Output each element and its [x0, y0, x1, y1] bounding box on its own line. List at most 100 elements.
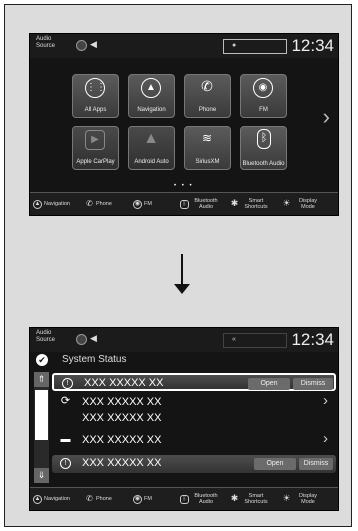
shortcut-smart-shortcuts[interactable]: ✱ Smart Shortcuts — [230, 488, 271, 510]
shortcut-display-mode[interactable]: ☀ Display Mode — [282, 193, 323, 215]
smart-shortcuts-icon: ✱ — [230, 492, 239, 503]
list-item-subtext: XXX XXXXX XX — [82, 412, 162, 424]
shortcut-navigation[interactable]: ▲ Navigation — [33, 488, 70, 510]
tile-label: SiriusXM — [195, 159, 220, 165]
figure-frame: Audio Source ◀ ● 12:34 ⋮⋮ All Apps ▲ Nav… — [4, 4, 352, 527]
shortcut-label: Bluetooth Audio — [194, 493, 218, 505]
list-item[interactable]: ⟳ XXX XXXXX XX › — [52, 392, 336, 412]
bluetooth-icon: ᛒ — [180, 494, 189, 504]
open-button[interactable]: Open — [254, 458, 296, 470]
tile-android-auto[interactable]: ▲ Android Auto — [128, 126, 175, 170]
list-item[interactable]: ! XXX XXXXX XX Open Dismiss — [52, 455, 336, 473]
tile-label: FM — [259, 107, 268, 113]
notification-icon: ● — [232, 42, 237, 49]
shortcut-label: Smart Shortcuts — [244, 493, 268, 505]
system-status-header: ✔ System Status — [30, 352, 338, 368]
bottom-shortcut-bar: ▲ Navigation ✆ Phone ◉ FM ᛒ Bluetooth Audio … — [30, 192, 338, 215]
tile-bluetooth-audio[interactable]: ᛒ Bluetooth Audio — [240, 126, 287, 170]
list-item-text: XXX XXXXX XX — [84, 377, 164, 389]
tile-label: Navigation — [137, 107, 166, 113]
navigation-icon: ▲ — [33, 199, 42, 209]
carplay-icon: ▶ — [85, 130, 105, 150]
display-mode-icon: ☀ — [282, 492, 291, 503]
phone-status-icon — [76, 334, 87, 345]
display-mode-icon: ☀ — [282, 197, 291, 208]
list-item-text: XXX XXXXX XX — [82, 434, 162, 446]
dismiss-button[interactable]: Dismiss — [293, 378, 333, 390]
notification-area[interactable]: « — [223, 333, 287, 348]
chevron-right-icon: › — [323, 430, 328, 447]
shortcut-label: Phone — [96, 496, 112, 502]
tile-siriusxm[interactable]: ≋ SiriusXM — [184, 126, 231, 170]
dismiss-button[interactable]: Dismiss — [299, 458, 333, 470]
check-icon: ✔ — [36, 354, 48, 366]
page-indicator: • • • — [174, 183, 194, 189]
phone-icon: ✆ — [201, 78, 213, 94]
shortcut-fm[interactable]: ◉ FM — [133, 488, 152, 510]
alert-icon: ! — [62, 378, 73, 389]
shortcut-bluetooth-audio[interactable]: ᛒ Bluetooth Audio — [180, 193, 221, 215]
volume-icon: ◀ — [90, 39, 97, 49]
notification-area[interactable]: ● — [223, 39, 287, 54]
radio-icon: ◉ — [253, 78, 273, 98]
phone-icon: ✆ — [86, 198, 93, 208]
arrow-down-icon — [174, 284, 190, 294]
list-item[interactable]: ! XXX XXXXX XX Open Dismiss — [52, 373, 336, 391]
page-title: System Status — [62, 354, 127, 365]
transition-arrow — [181, 254, 183, 288]
status-bar: Audio Source ◀ ● 12:34 — [30, 34, 338, 58]
shortcut-label: Smart Shortcuts — [244, 198, 268, 210]
shortcut-navigation[interactable]: ▲ Navigation — [33, 193, 70, 215]
shortcut-label: FM — [144, 201, 152, 207]
list-item-text: XXX XXXXX XX — [82, 396, 162, 408]
scrollbar[interactable]: ⇑ ⇓ — [34, 372, 49, 483]
chevron-right-icon: › — [323, 392, 328, 409]
status-bar: Audio Source ◀ « 12:34 — [30, 328, 338, 352]
scroll-thumb[interactable] — [35, 390, 48, 440]
shortcut-phone[interactable]: ✆ Phone — [85, 488, 112, 510]
phone-status-icon — [76, 40, 87, 51]
next-page-chevron-icon[interactable]: › — [323, 104, 330, 130]
scroll-down-icon[interactable]: ⇓ — [34, 468, 49, 483]
audio-source-button[interactable]: Audio Source — [36, 330, 64, 344]
tile-fm[interactable]: ◉ FM — [240, 74, 287, 118]
shortcut-label: Display Mode — [298, 198, 318, 210]
tile-all-apps[interactable]: ⋮⋮ All Apps — [72, 74, 119, 118]
shortcut-label: Navigation — [44, 201, 70, 207]
tile-navigation[interactable]: ▲ Navigation — [128, 74, 175, 118]
tile-label: Bluetooth Audio — [242, 161, 285, 167]
volume-icon: ◀ — [90, 333, 97, 343]
car-icon: ▬ — [60, 434, 71, 445]
bluetooth-icon: ᛒ — [180, 199, 189, 209]
alert-icon: ! — [60, 458, 71, 469]
list-item-text: XXX XXXXX XX — [82, 457, 162, 469]
shortcut-display-mode[interactable]: ☀ Display Mode — [282, 488, 323, 510]
sync-icon: ⟳ — [60, 395, 71, 407]
shortcut-bluetooth-audio[interactable]: ᛒ Bluetooth Audio — [180, 488, 221, 510]
system-status-screen: Audio Source ◀ « 12:34 ✔ System Status ⇑… — [29, 327, 339, 511]
shortcut-phone[interactable]: ✆ Phone — [85, 193, 112, 215]
shortcut-label: FM — [144, 496, 152, 502]
grid-icon: ⋮⋮ — [85, 78, 106, 98]
shortcut-label: Display Mode — [298, 493, 318, 505]
android-auto-icon: ▲ — [143, 130, 159, 147]
shortcut-fm[interactable]: ◉ FM — [133, 193, 152, 215]
shortcut-smart-shortcuts[interactable]: ✱ Smart Shortcuts — [230, 193, 271, 215]
tile-label: Android Auto — [134, 159, 169, 165]
navigation-icon: ▲ — [33, 494, 42, 504]
tile-label: Apple CarPlay — [76, 159, 115, 165]
scroll-up-icon[interactable]: ⇑ — [34, 372, 49, 387]
audio-source-button[interactable]: Audio Source — [36, 36, 64, 50]
phone-icon: ✆ — [86, 493, 93, 503]
tile-phone[interactable]: ✆ Phone — [184, 74, 231, 118]
smart-shortcuts-icon: ✱ — [230, 197, 239, 208]
tile-apple-carplay[interactable]: ▶ Apple CarPlay — [72, 126, 119, 170]
list-item[interactable]: ▬ XXX XXXXX XX › — [52, 430, 336, 450]
clock: 12:34 — [291, 36, 334, 55]
open-button[interactable]: Open — [248, 378, 290, 390]
notification-icon: « — [232, 336, 236, 343]
tile-label: All Apps — [84, 107, 107, 113]
shortcut-label: Phone — [96, 201, 112, 207]
clock: 12:34 — [291, 330, 334, 349]
shortcut-label: Bluetooth Audio — [194, 198, 218, 210]
